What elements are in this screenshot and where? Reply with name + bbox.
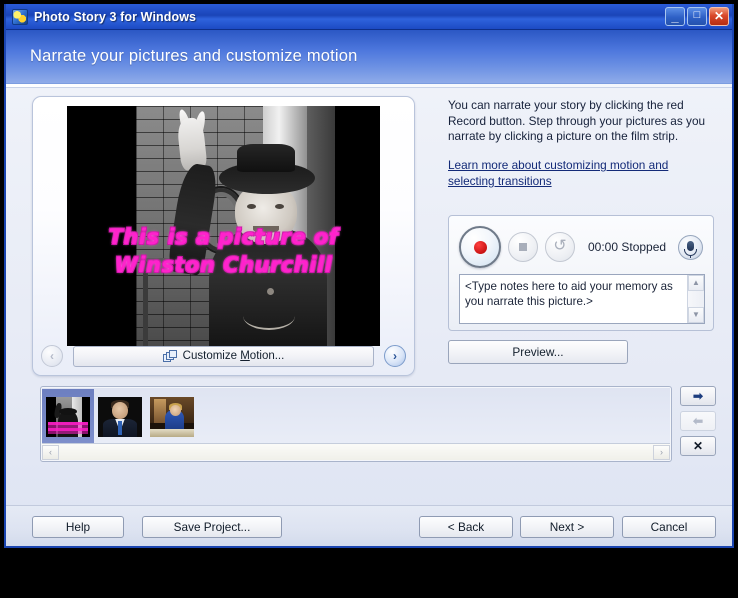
chevron-left-icon: ‹ <box>50 349 54 363</box>
churchill-victory-photo <box>46 396 90 437</box>
motion-layers-icon <box>162 349 177 363</box>
narration-record-panel: ↺ 00:00 Stopped <Type notes here to aid … <box>448 215 714 331</box>
photo-eye-left <box>247 204 256 209</box>
notes-scroll-down-button[interactable]: ▼ <box>688 307 704 323</box>
instructions-text: You can narrate your story by clicking t… <box>448 98 706 144</box>
narration-notes-field[interactable]: <Type notes here to aid your memory as y… <box>459 274 705 324</box>
maximize-button[interactable]: □ <box>687 7 707 26</box>
cancel-button[interactable]: Cancel <box>622 516 716 538</box>
delete-picture-button[interactable]: ✕ <box>680 436 716 456</box>
preview-image[interactable]: This is a picture of Winston Churchill <box>67 106 380 346</box>
photo-coat-button-2 <box>267 288 274 295</box>
window-controls: _ □ ✕ <box>665 7 729 26</box>
close-button[interactable]: ✕ <box>709 7 729 26</box>
caption-line-2: Winston Churchill <box>114 252 333 277</box>
page-header: Narrate your pictures and customize moti… <box>6 30 732 84</box>
preview-button[interactable]: Preview... <box>448 340 628 364</box>
instructions-panel: You can narrate your story by clicking t… <box>448 98 712 189</box>
notes-scrollbar[interactable]: ▲ ▼ <box>687 275 704 323</box>
minimize-button[interactable]: _ <box>665 7 685 26</box>
photo-watch-chain <box>243 302 295 330</box>
chevron-right-icon: › <box>393 349 397 363</box>
maximize-icon: □ <box>693 9 701 21</box>
customize-motion-button[interactable]: Customize Motion... <box>73 345 374 367</box>
undo-arrow-icon: ↺ <box>553 237 567 255</box>
window-title: Photo Story 3 for Windows <box>34 9 197 24</box>
film-strip-side-buttons: ➡ ⬅ ✕ <box>680 386 716 456</box>
film-strip-thumbnail-1[interactable] <box>42 389 94 444</box>
woman-at-desk-photo <box>150 396 194 437</box>
film-strip: ‹ › <box>40 386 672 462</box>
customize-motion-label: Customize Motion... <box>182 350 285 362</box>
photo-story-window: Photo Story 3 for Windows _ □ ✕ Narrate … <box>4 4 734 548</box>
film-strip-thumbnail-3[interactable] <box>146 389 198 444</box>
help-button[interactable]: Help <box>32 516 124 538</box>
page-title: Narrate your pictures and customize moti… <box>30 47 358 65</box>
narration-notes-placeholder: <Type notes here to aid your memory as y… <box>465 280 673 309</box>
photo-story-icon <box>12 8 28 25</box>
next-button[interactable]: Next > <box>520 516 614 538</box>
stop-button[interactable] <box>508 232 538 262</box>
caption-line-1: This is a picture of <box>108 225 339 249</box>
notes-scroll-up-button[interactable]: ▲ <box>688 275 704 291</box>
undo-narration-button[interactable]: ↺ <box>545 232 575 262</box>
film-strip-scroll-right-button[interactable]: › <box>653 444 670 460</box>
picture-caption-overlay: This is a picture of Winston Churchill <box>67 224 380 279</box>
film-strip-thumbnail-2[interactable] <box>94 389 146 444</box>
record-status-text: 00:00 Stopped <box>588 240 667 254</box>
save-project-button[interactable]: Save Project... <box>142 516 282 538</box>
picture-preview-panel: This is a picture of Winston Churchill ‹… <box>32 96 415 376</box>
photo-eye-right <box>275 204 284 209</box>
film-strip-track <box>42 388 670 445</box>
film-strip-scrollbar[interactable]: ‹ › <box>42 443 670 460</box>
window-titlebar: Photo Story 3 for Windows _ □ ✕ <box>6 4 732 30</box>
film-strip-scroll-left-button[interactable]: ‹ <box>42 444 59 460</box>
minimize-icon: _ <box>671 9 679 24</box>
close-icon: ✕ <box>713 9 725 23</box>
photo-hat-crown <box>237 144 295 172</box>
microphone-settings-button[interactable] <box>678 234 703 260</box>
move-right-button[interactable]: ➡ <box>680 386 716 406</box>
learn-more-link[interactable]: Learn more about customizing motion and … <box>448 158 712 189</box>
preview-controls-row: ‹ Customize Motion... › <box>33 343 414 369</box>
next-picture-button[interactable]: › <box>384 345 406 367</box>
man-in-suit-photo <box>98 396 142 437</box>
back-button[interactable]: < Back <box>419 516 513 538</box>
wizard-footer: Help Save Project... < Back Next > Cance… <box>6 505 732 546</box>
wizard-body: This is a picture of Winston Churchill ‹… <box>6 88 732 509</box>
move-left-button[interactable]: ⬅ <box>680 411 716 431</box>
record-controls-row: ↺ 00:00 Stopped <box>449 220 713 274</box>
record-button[interactable] <box>459 226 501 268</box>
previous-picture-button[interactable]: ‹ <box>41 345 63 367</box>
